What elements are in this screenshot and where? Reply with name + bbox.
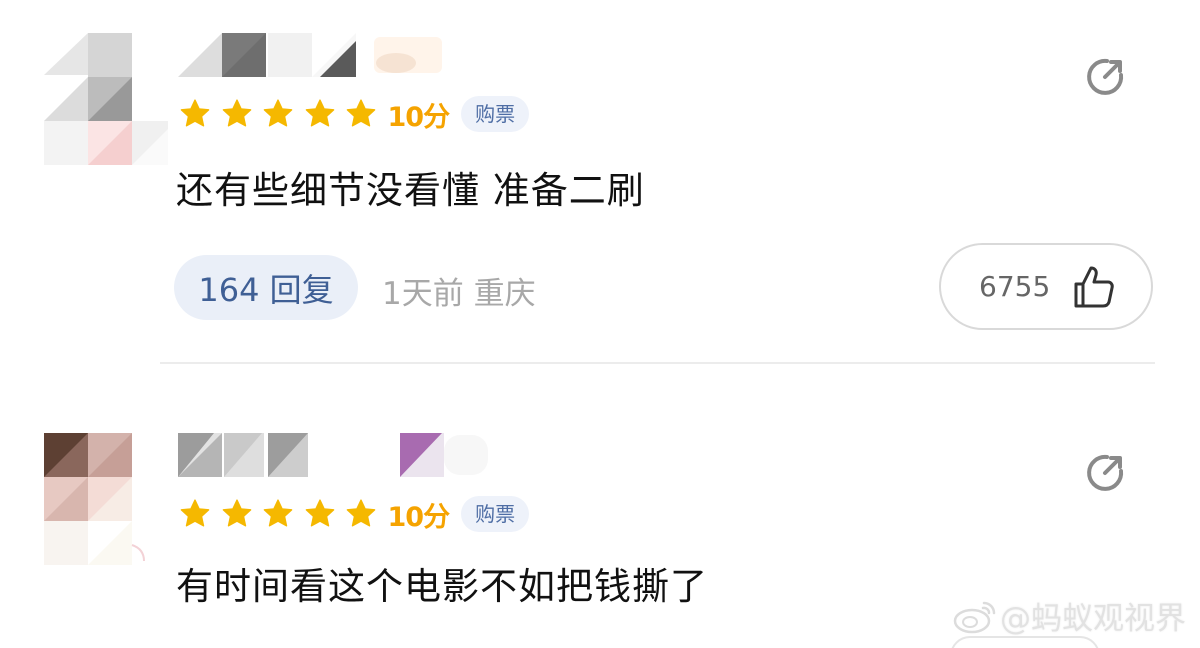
star-icon <box>222 99 251 127</box>
time-location: 1天前 重庆 <box>382 276 536 312</box>
star-icon <box>263 499 293 527</box>
star-icon <box>346 99 376 127</box>
like-count: 6755 <box>979 270 1051 303</box>
star-icon <box>222 499 251 527</box>
star-rating <box>178 97 386 131</box>
comment-text: 有时间看这个电影不如把钱撕了 <box>176 565 708 608</box>
rating-row: 10分 购票 <box>178 494 530 534</box>
reply-button[interactable]: 164 回复 <box>174 255 358 320</box>
avatar[interactable] <box>44 33 168 165</box>
divider <box>160 362 1155 364</box>
star-icon <box>346 499 376 527</box>
share-icon[interactable] <box>1083 451 1127 495</box>
rating-score: 10分 <box>387 501 451 533</box>
ticket-badge: 购票 <box>461 496 530 532</box>
ticket-badge: 购票 <box>461 96 530 132</box>
star-icon <box>305 99 334 127</box>
star-icon <box>263 99 293 127</box>
comment-feed: 10分 购票 还有些细节没看懂 准备二刷 164 回复 1天前 重庆 6755 <box>0 0 1200 648</box>
weibo-logo-icon <box>953 601 996 633</box>
review-card: 10分 购票 还有些细节没看懂 准备二刷 164 回复 1天前 重庆 6755 <box>0 0 1200 365</box>
star-icon <box>305 499 334 527</box>
share-icon[interactable] <box>1083 55 1127 99</box>
star-icon <box>180 499 210 527</box>
rating-score: 10分 <box>387 101 451 133</box>
thumbs-up-icon <box>1074 266 1115 307</box>
star-icon <box>180 99 210 127</box>
avatar[interactable] <box>44 433 168 565</box>
star-rating <box>178 497 386 531</box>
watermark: @蚂蚁观视界 <box>952 593 1186 638</box>
username-mosaic[interactable] <box>178 33 498 77</box>
comment-text: 还有些细节没看懂 准备二刷 <box>176 169 645 212</box>
rating-row: 10分 购票 <box>178 94 530 134</box>
like-button[interactable]: 6755 <box>939 243 1153 330</box>
username-mosaic[interactable] <box>178 433 498 477</box>
watermark-text: @蚂蚁观视界 <box>1000 601 1186 637</box>
